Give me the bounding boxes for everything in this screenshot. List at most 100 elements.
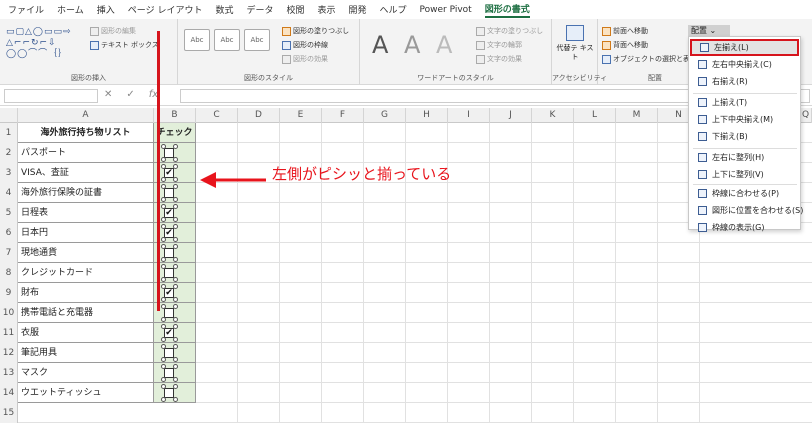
wordart-style-2[interactable]: A [404,31,420,59]
check-cell[interactable] [154,183,196,203]
selection-handle[interactable] [173,264,178,269]
column-header[interactable]: Q [800,108,812,123]
select-all-corner[interactable] [0,108,18,123]
column-header[interactable]: I [448,108,490,123]
selection-handle[interactable] [161,337,166,342]
column-header[interactable]: A [18,108,154,123]
align-menu-item[interactable]: 上下中央揃え(M) [690,111,799,128]
checkbox[interactable] [164,148,174,158]
ribbon-tab[interactable]: 数式 [215,3,233,16]
selection-handle[interactable] [173,324,178,329]
text-box-button[interactable]: テキスト ボックス [90,40,159,50]
row-header[interactable]: 10 [0,303,18,323]
selection-handle[interactable] [173,304,178,309]
item-cell[interactable]: 携帯電話と充電器 [18,303,154,323]
selection-handle[interactable] [161,317,166,322]
selection-handle[interactable] [173,237,178,242]
checkbox[interactable]: ✔ [164,168,174,178]
ribbon-tab[interactable]: 図形の書式 [484,2,530,18]
ribbon-tab[interactable]: ヘルプ [380,3,407,16]
selection-handle[interactable] [173,244,178,249]
selection-handle[interactable] [173,197,178,202]
check-cell[interactable] [154,263,196,283]
check-cell[interactable]: ✔ [154,323,196,343]
column-header[interactable]: H [406,108,448,123]
checkbox[interactable] [164,388,174,398]
shape-fill-button[interactable]: 図形の塗りつぶし [282,26,349,36]
checkbox[interactable] [164,188,174,198]
text-outline-button[interactable]: 文字の輪郭 [476,40,522,50]
selection-handle[interactable] [173,164,178,169]
selection-handle[interactable] [173,144,178,149]
column-header[interactable]: M [616,108,658,123]
edit-shape-button[interactable]: 図形の編集 [90,26,136,36]
selection-pane-button[interactable]: オブジェクトの選択と表示 [602,54,697,64]
selection-handle[interactable] [161,324,166,329]
shape-style-1[interactable]: Abc [184,29,210,51]
item-cell[interactable]: 財布 [18,283,154,303]
ribbon-tab[interactable]: 校閲 [286,3,304,16]
row-header[interactable]: 9 [0,283,18,303]
row-header[interactable]: 1 [0,123,18,143]
selection-handle[interactable] [173,204,178,209]
enter-icon[interactable]: ✓ [126,89,134,100]
row-header[interactable]: 6 [0,223,18,243]
align-menu-item[interactable]: 左右中央揃え(C) [690,56,799,73]
check-cell[interactable] [154,243,196,263]
selection-handle[interactable] [161,184,166,189]
selection-handle[interactable] [161,244,166,249]
column-header[interactable]: D [238,108,280,123]
column-header[interactable]: C [196,108,238,123]
selection-handle[interactable] [161,277,166,282]
send-backward-button[interactable]: 背面へ移動 [602,40,648,50]
item-cell[interactable]: 筆記用具 [18,343,154,363]
text-fill-button[interactable]: 文字の塗りつぶし [476,26,543,36]
item-cell[interactable]: マスク [18,363,154,383]
check-cell[interactable] [154,363,196,383]
shape-gallery[interactable]: ▭▢△◯▭▭⇨ △⌐⌐↻⌐⇩ ◯◯⌒⌒｛｝ [6,27,72,60]
row-header[interactable]: 2 [0,143,18,163]
selection-handle[interactable] [173,384,178,389]
bring-forward-button[interactable]: 前面へ移動 [602,26,648,36]
ribbon-tab[interactable]: 開発 [349,3,367,16]
row-header[interactable]: 14 [0,383,18,403]
checkbox[interactable]: ✔ [164,208,174,218]
selection-handle[interactable] [173,297,178,302]
selection-handle[interactable] [161,284,166,289]
align-menu-item[interactable]: 枠線に合わせる(P) [690,185,799,202]
check-header-cell[interactable]: チェック [154,123,196,143]
align-menu-item[interactable]: 左揃え(L) [690,39,799,56]
shape-effects-button[interactable]: 図形の効果 [282,54,328,64]
column-header[interactable]: G [364,108,406,123]
selection-handle[interactable] [161,264,166,269]
row-header[interactable]: 4 [0,183,18,203]
selection-handle[interactable] [173,344,178,349]
checkbox[interactable]: ✔ [164,228,174,238]
checkbox[interactable] [164,348,174,358]
selection-handle[interactable] [173,337,178,342]
selection-handle[interactable] [161,224,166,229]
check-cell[interactable] [154,343,196,363]
selection-handle[interactable] [173,317,178,322]
ribbon-tab[interactable]: データ [246,3,273,16]
check-cell[interactable] [154,303,196,323]
column-header[interactable]: J [490,108,532,123]
selection-handle[interactable] [161,357,166,362]
selection-handle[interactable] [173,184,178,189]
align-menu-item[interactable]: 左右に整列(H) [690,149,799,166]
list-title-cell[interactable]: 海外旅行持ち物リスト [18,123,154,143]
selection-handle[interactable] [161,197,166,202]
item-cell[interactable]: VISA、査証 [18,163,154,183]
row-header[interactable]: 11 [0,323,18,343]
check-cell[interactable]: ✔ [154,283,196,303]
align-menu-item[interactable]: 図形に位置を合わせる(S) [690,202,803,219]
item-cell[interactable]: クレジットカード [18,263,154,283]
item-cell[interactable]: 日本円 [18,223,154,243]
item-cell[interactable]: ウエットティッシュ [18,383,154,403]
ribbon-tab[interactable]: 挿入 [97,3,115,16]
checkbox[interactable] [164,268,174,278]
align-menu-item[interactable]: 上下に整列(V) [690,166,799,183]
selection-handle[interactable] [173,377,178,382]
selection-handle[interactable] [161,297,166,302]
selection-handle[interactable] [173,224,178,229]
